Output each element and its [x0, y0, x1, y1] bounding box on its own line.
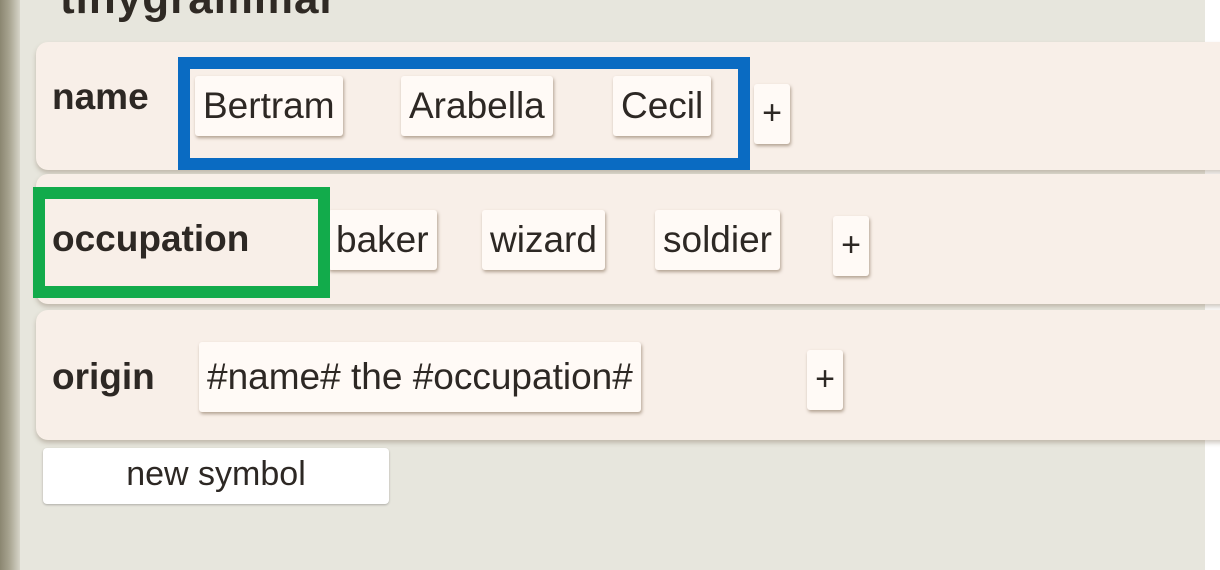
add-expansion-button[interactable]: +: [833, 216, 869, 276]
expansion-chip[interactable]: Cecil: [613, 76, 712, 136]
app-window: tinygrammar name Bertram Arabella Cecil …: [0, 0, 1220, 570]
expansion-chip[interactable]: #name# the #occupation#: [199, 342, 641, 412]
rule-row-occupation: occupation baker wizard soldier +: [36, 174, 1220, 304]
add-expansion-button[interactable]: +: [807, 350, 843, 410]
expansion-chip[interactable]: soldier: [655, 210, 780, 270]
add-expansion-button[interactable]: +: [754, 84, 790, 144]
window-edge-shadow: [0, 0, 20, 570]
expansion-chip[interactable]: baker: [328, 210, 437, 270]
rule-row-origin: origin #name# the #occupation# +: [36, 310, 1220, 440]
app-title: tinygrammar: [60, 0, 338, 24]
symbol-label-occupation: occupation: [52, 218, 250, 259]
rule-row-name: name Bertram Arabella Cecil +: [36, 42, 1220, 170]
symbol-label-name: name: [52, 76, 149, 117]
expansion-chip[interactable]: wizard: [482, 210, 605, 270]
new-symbol-button[interactable]: new symbol: [43, 448, 389, 504]
expansion-chip[interactable]: Arabella: [401, 76, 553, 136]
expansion-chip[interactable]: Bertram: [195, 76, 343, 136]
symbol-label-origin: origin: [52, 356, 155, 397]
